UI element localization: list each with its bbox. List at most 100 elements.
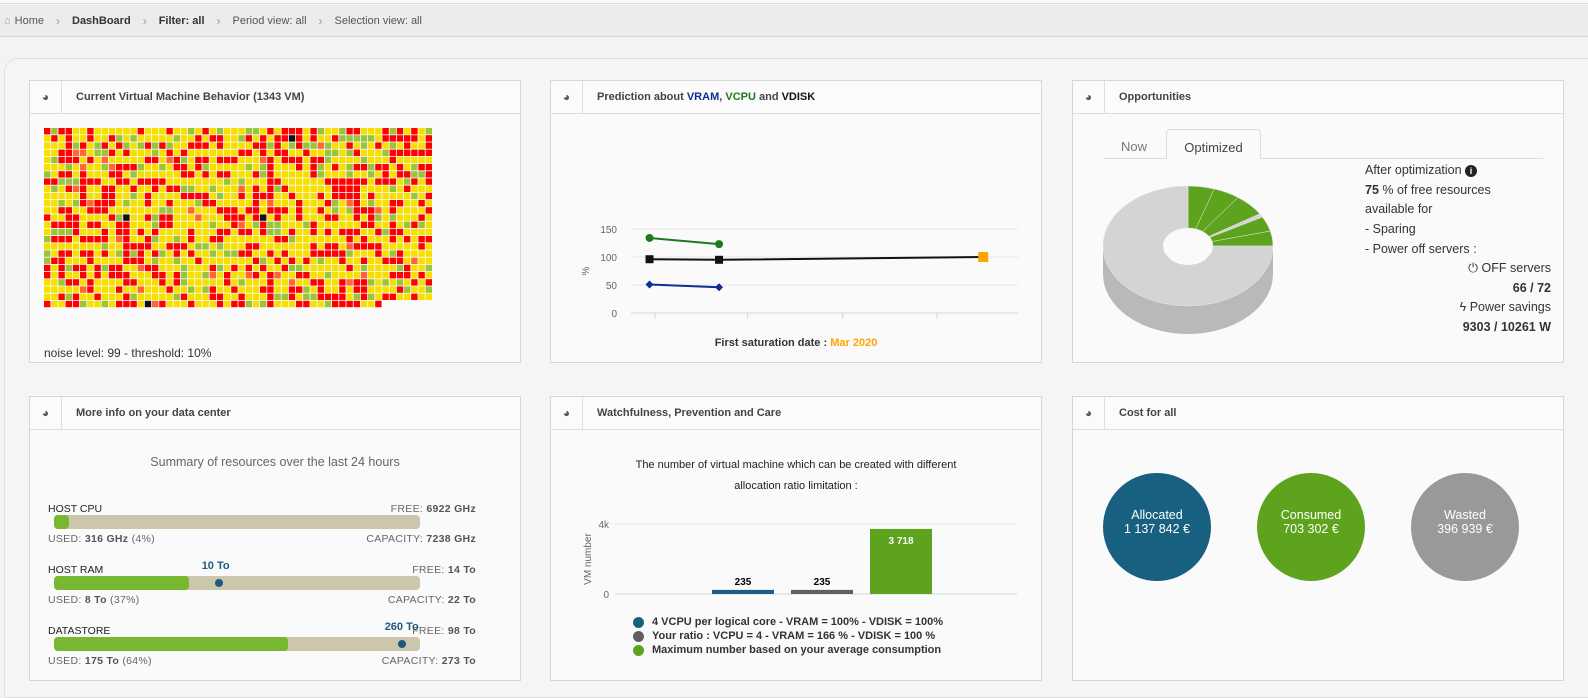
vm-cell bbox=[231, 178, 238, 185]
vm-cell bbox=[382, 207, 389, 214]
vm-cell bbox=[411, 171, 418, 178]
vm-cell bbox=[260, 243, 267, 250]
vm-cell bbox=[101, 272, 108, 279]
vm-cell bbox=[224, 207, 231, 214]
vm-cell bbox=[202, 279, 209, 286]
vm-cell bbox=[173, 257, 180, 264]
vm-cell bbox=[425, 250, 432, 257]
vm-cell bbox=[173, 293, 180, 300]
vm-cell bbox=[238, 286, 245, 293]
breadcrumb-home[interactable]: Home bbox=[15, 15, 44, 27]
vm-cell bbox=[116, 171, 123, 178]
vm-cell bbox=[65, 250, 72, 257]
vm-cell bbox=[288, 250, 296, 257]
vm-cell bbox=[94, 128, 101, 135]
cost-panel: ◕ Cost for all Allocated 1 137 842 € Consu… bbox=[1072, 396, 1564, 681]
tab-now[interactable]: Now bbox=[1103, 129, 1165, 159]
legend-item[interactable]: Your ratio : VCPU = 4 - VRAM = 166 % - V… bbox=[633, 629, 943, 643]
vm-cell bbox=[418, 128, 425, 135]
vm-cell bbox=[209, 207, 216, 214]
vm-cell bbox=[332, 185, 339, 192]
vm-cell bbox=[166, 164, 173, 171]
vm-cell bbox=[260, 156, 267, 164]
vm-cell bbox=[159, 236, 166, 243]
vm-cell bbox=[80, 236, 87, 243]
vm-cell bbox=[72, 192, 80, 200]
vm-cell bbox=[166, 264, 173, 272]
vm-cell bbox=[101, 293, 108, 300]
tab-optimized[interactable]: Optimized bbox=[1166, 129, 1261, 159]
breadcrumb-selection[interactable]: Selection view: all bbox=[335, 15, 422, 27]
vm-cell bbox=[274, 279, 281, 286]
vm-cell bbox=[87, 128, 94, 135]
breadcrumb-dashboard[interactable]: DashBoard bbox=[72, 15, 131, 27]
vm-cell bbox=[346, 300, 353, 308]
vm-cell bbox=[425, 200, 432, 207]
bar-chart-title: The number of virtual machine which can … bbox=[635, 459, 957, 492]
vm-cell bbox=[72, 149, 80, 156]
resource-bar bbox=[54, 515, 420, 529]
vm-cell bbox=[51, 221, 58, 228]
vm-cell bbox=[94, 171, 101, 178]
dashboard-icon: ◕ bbox=[30, 397, 62, 429]
vm-cell bbox=[368, 171, 375, 178]
vm-cell bbox=[137, 142, 144, 149]
breadcrumb-filter[interactable]: Filter: all bbox=[159, 15, 205, 27]
vm-cell bbox=[288, 300, 296, 308]
vm-cell bbox=[396, 264, 404, 272]
vm-cell bbox=[188, 286, 195, 293]
info-icon[interactable]: i bbox=[1465, 165, 1478, 177]
vm-cell bbox=[353, 200, 360, 207]
vm-cell bbox=[137, 214, 144, 221]
legend-item[interactable]: 4 VCPU per logical core - VRAM = 100% - … bbox=[633, 615, 943, 629]
vm-cell bbox=[396, 272, 404, 279]
vm-cell bbox=[65, 264, 72, 272]
vm-cell bbox=[173, 286, 180, 293]
vm-cell bbox=[353, 221, 360, 228]
vm-cell bbox=[396, 128, 404, 135]
vm-cell bbox=[425, 257, 432, 264]
vm-cell bbox=[382, 250, 389, 257]
power-savings-label: ϟ Power savings bbox=[1459, 300, 1551, 314]
vm-cell bbox=[130, 156, 137, 164]
legend-item[interactable]: Maximum number based on your average con… bbox=[633, 643, 943, 657]
vm-cell bbox=[396, 149, 404, 156]
vm-cell bbox=[123, 200, 130, 207]
vm-cell bbox=[108, 300, 116, 308]
prediction-panel: ◕ Prediction about VRAM, VCPU and VDISK … bbox=[550, 80, 1042, 363]
vm-cell bbox=[116, 250, 123, 257]
vm-cell bbox=[188, 250, 195, 257]
vm-cell bbox=[195, 264, 202, 272]
vm-cell bbox=[51, 200, 58, 207]
vm-cell bbox=[339, 293, 346, 300]
vm-cell bbox=[166, 228, 173, 236]
vm-cell bbox=[152, 279, 159, 286]
vm-cell bbox=[353, 257, 360, 264]
vm-cell bbox=[396, 178, 404, 185]
vm-cell bbox=[324, 178, 332, 185]
vm-cell bbox=[418, 164, 425, 171]
vm-cell bbox=[108, 257, 116, 264]
vm-cell bbox=[202, 164, 209, 171]
vm-cell bbox=[346, 286, 353, 293]
vm-cell bbox=[281, 178, 288, 185]
vm-cell bbox=[202, 221, 209, 228]
vm-cell bbox=[180, 279, 188, 286]
panel-title: Cost for all bbox=[1119, 407, 1177, 419]
vm-cell bbox=[245, 185, 252, 192]
vm-cell bbox=[332, 264, 339, 272]
breadcrumb-period[interactable]: Period view: all bbox=[233, 15, 307, 27]
vm-cell bbox=[130, 279, 137, 286]
vm-cell bbox=[166, 156, 173, 164]
vm-cell bbox=[188, 228, 195, 236]
vm-cell bbox=[101, 207, 108, 214]
vm-cell bbox=[339, 149, 346, 156]
resource-free: FREE: 14 To bbox=[412, 564, 476, 576]
vm-cell bbox=[382, 279, 389, 286]
vm-cell bbox=[411, 156, 418, 164]
resource-name: DATASTORE bbox=[48, 625, 111, 637]
vm-cell bbox=[202, 250, 209, 257]
vm-cell bbox=[245, 243, 252, 250]
vm-cell bbox=[116, 221, 123, 228]
vm-cell bbox=[353, 207, 360, 214]
